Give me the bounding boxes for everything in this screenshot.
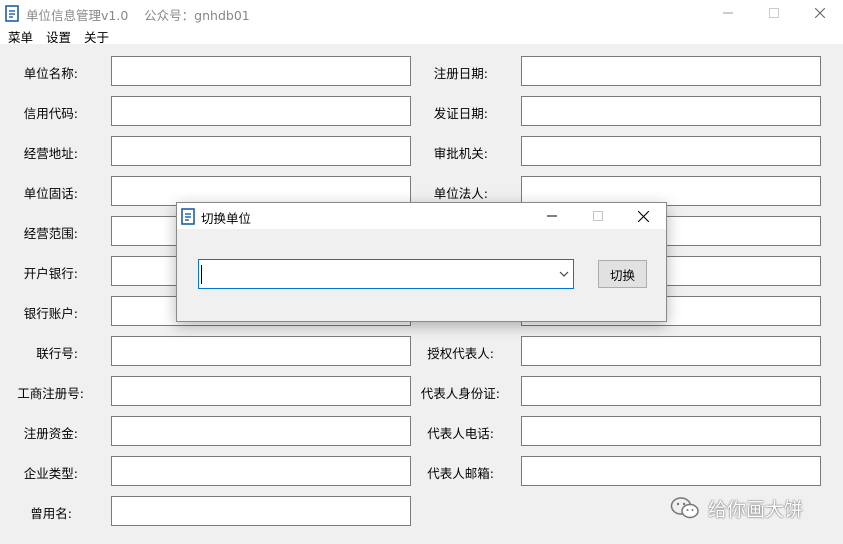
close-icon xyxy=(815,8,825,18)
close-button[interactable] xyxy=(797,0,843,26)
label-credit-code: 信用代码: xyxy=(23,106,78,121)
label-reg-date: 注册日期: xyxy=(433,66,488,81)
label-business-reg-no: 工商注册号: xyxy=(17,386,84,401)
dialog-title-bar: 切换单位 xyxy=(177,203,666,229)
switch-button[interactable]: 切换 xyxy=(598,260,647,288)
switch-unit-dialog: 切换单位 切换 xyxy=(176,202,667,322)
label-bank-code: 联行号: xyxy=(36,346,78,361)
watermark-text: 给你画大饼 xyxy=(708,498,804,521)
former-name-field[interactable] xyxy=(111,496,411,526)
maximize-icon xyxy=(769,8,779,18)
window-title: 单位信息管理v1.0 公众号：gnhdb01 xyxy=(26,8,250,23)
label-issue-date: 发证日期: xyxy=(433,106,488,121)
label-unit-name: 单位名称: xyxy=(23,66,78,81)
label-company-type: 企业类型: xyxy=(23,466,78,481)
minimize-button[interactable] xyxy=(705,0,751,26)
label-rep-id: 代表人身份证: xyxy=(420,386,500,401)
label-bank-account: 银行账户: xyxy=(23,306,78,321)
label-legal-rep: 单位法人: xyxy=(433,186,488,201)
bank-code-field[interactable] xyxy=(111,336,411,366)
business-address-field[interactable] xyxy=(111,136,411,166)
maximize-button[interactable] xyxy=(751,0,797,26)
dialog-title: 切换单位 xyxy=(201,211,252,226)
reg-date-field[interactable] xyxy=(521,56,821,86)
dialog-close-button[interactable] xyxy=(620,203,666,229)
company-type-field[interactable] xyxy=(111,456,411,486)
rep-phone-field[interactable] xyxy=(521,416,821,446)
label-unit-phone: 单位固话: xyxy=(23,186,78,201)
maximize-icon xyxy=(593,211,603,221)
approval-authority-field[interactable] xyxy=(521,136,821,166)
reg-capital-field[interactable] xyxy=(111,416,411,446)
label-bank: 开户银行: xyxy=(23,266,78,281)
label-rep-phone: 代表人电话: xyxy=(427,426,494,441)
label-reg-capital: 注册资金: xyxy=(23,426,78,441)
minimize-icon xyxy=(547,215,557,217)
text-caret xyxy=(201,265,202,284)
dialog-maximize-button[interactable] xyxy=(575,203,621,229)
app-document-icon xyxy=(5,5,19,22)
business-reg-no-field[interactable] xyxy=(111,376,411,406)
unit-name-field[interactable] xyxy=(111,56,411,86)
issue-date-field[interactable] xyxy=(521,96,821,126)
label-former-name: 曾用名: xyxy=(30,506,72,521)
minimize-icon xyxy=(723,12,733,14)
label-approval-authority: 审批机关: xyxy=(433,146,488,161)
label-rep-email: 代表人邮箱: xyxy=(427,466,494,481)
authorized-rep-field[interactable] xyxy=(521,336,821,366)
rep-email-field[interactable] xyxy=(521,456,821,486)
title-bar: 单位信息管理v1.0 公众号：gnhdb01 xyxy=(0,0,843,26)
label-business-scope: 经营范围: xyxy=(23,226,78,241)
close-icon xyxy=(637,210,649,222)
label-authorized-rep: 授权代表人: xyxy=(427,346,494,361)
credit-code-field[interactable] xyxy=(111,96,411,126)
label-business-address: 经营地址: xyxy=(23,146,78,161)
wechat-icon xyxy=(670,497,699,519)
unit-select-combobox[interactable] xyxy=(198,259,574,289)
menu-bar: 菜单 设置 关于 xyxy=(0,26,843,45)
dialog-document-icon xyxy=(181,208,195,225)
watermark: 给你画大饼 xyxy=(670,494,803,522)
chevron-down-icon[interactable] xyxy=(559,269,569,279)
rep-id-field[interactable] xyxy=(521,376,821,406)
dialog-minimize-button[interactable] xyxy=(529,203,575,229)
